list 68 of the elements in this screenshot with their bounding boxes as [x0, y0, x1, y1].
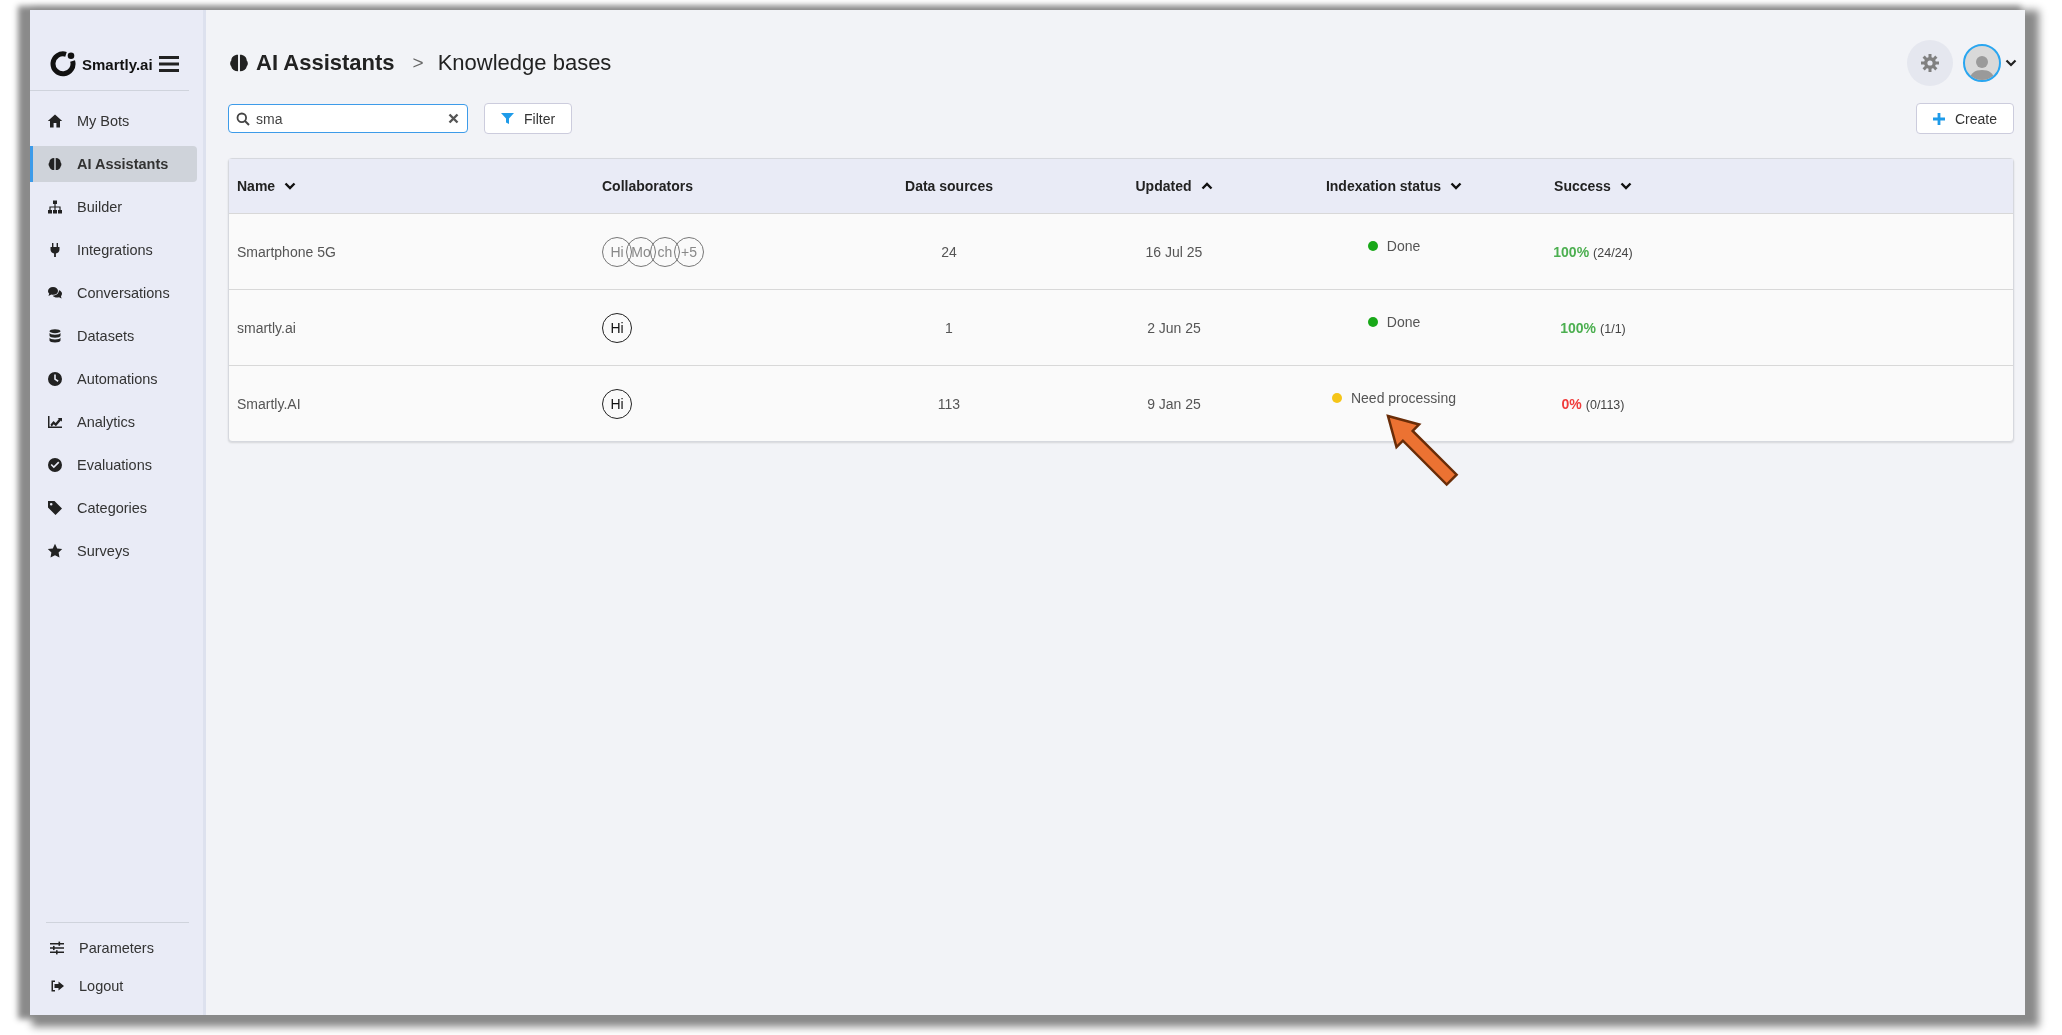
success-count: (0/113): [1585, 397, 1625, 412]
menu-button[interactable]: [159, 55, 179, 73]
column-header[interactable]: Indexation status: [1325, 178, 1463, 194]
sidebar-item[interactable]: AI Assistants: [30, 146, 197, 182]
data-sources-count: 1: [945, 319, 953, 336]
logo-icon: [50, 51, 76, 77]
tag-icon: [47, 500, 63, 516]
funnel-icon: [501, 112, 514, 125]
hierarchy-icon: [47, 199, 63, 215]
updated-date: 2 Jun 25: [1147, 319, 1201, 336]
column-header[interactable]: Updated: [1135, 178, 1213, 194]
clock-icon: [47, 371, 63, 387]
name-text: smartly.ai: [237, 319, 296, 336]
search-icon: [236, 112, 250, 126]
name-text: Smartphone 5G: [237, 243, 336, 260]
sidebar-item[interactable]: Analytics: [30, 404, 197, 440]
data-sources-count: 24: [941, 243, 957, 260]
section-title[interactable]: AI Assistants: [256, 50, 395, 76]
sliders-icon: [49, 940, 65, 956]
close-icon: [448, 113, 459, 124]
star-icon: [47, 543, 63, 559]
filter-button[interactable]: Filter: [484, 103, 573, 134]
chat-bubbles-icon: [47, 285, 63, 301]
search-field[interactable]: sma: [228, 104, 468, 133]
line-chart-icon: [47, 414, 63, 430]
menu-icon: [159, 55, 179, 73]
sidebar-item[interactable]: Parameters: [46, 933, 189, 963]
sidebar-item[interactable]: Builder: [30, 189, 197, 225]
account-menu[interactable]: [1963, 44, 2017, 82]
data-sources-count: 113: [937, 395, 961, 412]
success-percent: 0%: [1561, 395, 1582, 412]
success-percent: 100%: [1553, 243, 1590, 260]
status-text: Done: [1386, 314, 1421, 330]
sidebar-item[interactable]: Conversations: [30, 275, 197, 311]
brand-name: Smartly.ai: [82, 55, 153, 73]
plus-icon: [1932, 112, 1945, 125]
sidebar-item[interactable]: Integrations: [30, 232, 197, 268]
sidebar-item[interactable]: Datasets: [30, 318, 197, 354]
settings-button[interactable]: [1907, 40, 1953, 86]
updated-date: 16 Jul 25: [1145, 243, 1203, 260]
sidebar-item[interactable]: My Bots: [30, 103, 197, 139]
brain-icon: [47, 156, 63, 172]
status-text: Done: [1386, 238, 1421, 254]
sidebar-item[interactable]: Automations: [30, 361, 197, 397]
success-count: (1/1): [1600, 321, 1626, 336]
column-header[interactable]: Data sources: [905, 178, 993, 194]
clear-button[interactable]: [448, 113, 459, 124]
sidebar-item[interactable]: Logout: [46, 971, 189, 1001]
column-header[interactable]: Collaborators: [602, 178, 693, 194]
column-header[interactable]: Success: [1554, 178, 1632, 194]
success-percent: 100%: [1560, 319, 1597, 336]
success-count: (24/24): [1593, 245, 1633, 260]
status-text: Need processing: [1350, 390, 1457, 406]
logout-icon: [49, 978, 65, 994]
settings-icon: [1920, 53, 1940, 73]
sidebar-item[interactable]: Evaluations: [30, 447, 197, 483]
page-title: Knowledge bases: [437, 50, 612, 76]
brain-icon: [228, 52, 250, 74]
breadcrumb-separator: >: [412, 52, 424, 74]
updated-date: 9 Jan 25: [1147, 395, 1201, 412]
database-icon: [47, 328, 63, 344]
chevron-down-icon: [2005, 59, 2017, 67]
create-button[interactable]: Create: [1915, 103, 2014, 134]
home-icon: [47, 113, 63, 129]
column-header[interactable]: Name: [237, 178, 297, 194]
sidebar-item[interactable]: Surveys: [30, 533, 197, 569]
sidebar-item[interactable]: Categories: [30, 490, 197, 526]
name-text: Smartly.AI: [237, 395, 301, 412]
